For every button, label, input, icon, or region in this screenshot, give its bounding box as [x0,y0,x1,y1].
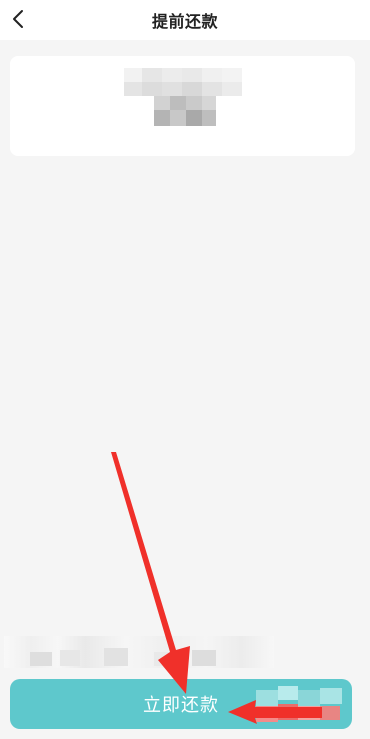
page: 提前还款 立即还款 [0,0,370,739]
repay-now-label: 立即还款 [143,695,219,716]
top-bar: 提前还款 [0,0,370,40]
page-title: 提前还款 [151,12,218,31]
repayment-summary-card [10,56,355,156]
redacted-button-badge [248,684,348,726]
redacted-info-text [4,636,274,668]
